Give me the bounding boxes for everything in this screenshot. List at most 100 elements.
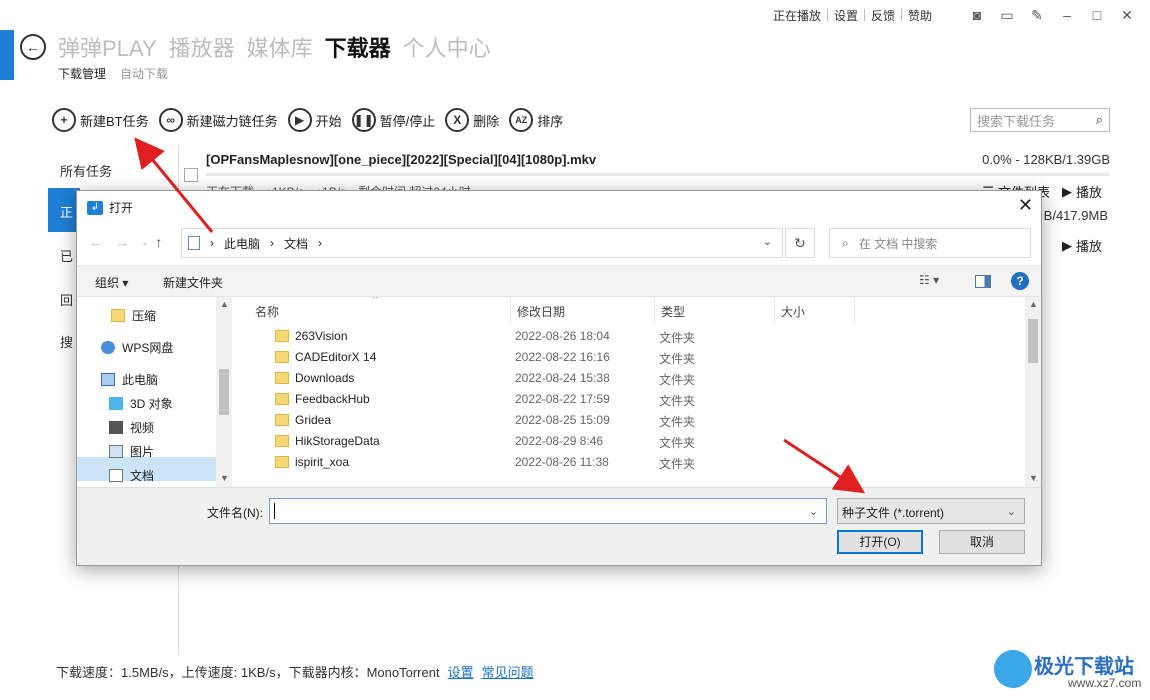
- nav-tab-library[interactable]: 媒体库: [247, 31, 313, 63]
- tree-item-3d-objects[interactable]: 3D 对象: [109, 395, 173, 412]
- dialog-close-icon[interactable]: ✕: [1018, 195, 1033, 216]
- folder-icon: [275, 330, 289, 342]
- path-segment-this-pc[interactable]: 此电脑: [224, 235, 260, 252]
- maximize-icon[interactable]: □: [1082, 7, 1112, 23]
- close-icon[interactable]: ✕: [1112, 7, 1142, 24]
- link-icon: ∞: [158, 108, 183, 132]
- new-bt-task-button[interactable]: + 新建BT任务: [52, 108, 149, 132]
- subnav-download-manager[interactable]: 下载管理: [58, 65, 106, 82]
- minimize-icon[interactable]: –: [1052, 7, 1082, 23]
- path-chevron-icon[interactable]: ›: [318, 236, 322, 250]
- feedback-link[interactable]: 反馈: [865, 7, 901, 24]
- file-row[interactable]: CADEditorX 14 2022-08-22 16:16 文件夹: [235, 346, 1025, 367]
- file-row[interactable]: HikStorageData 2022-08-29 8:46 文件夹: [235, 430, 1025, 451]
- file-name: HikStorageData: [295, 434, 380, 448]
- chevron-down-icon[interactable]: ⌄: [809, 505, 818, 518]
- task-progress-bar: [206, 173, 1110, 176]
- forward-arrow-icon[interactable]: →: [115, 234, 129, 250]
- scroll-thumb[interactable]: [219, 369, 229, 415]
- film-icon: [109, 421, 123, 434]
- tree-item-pictures[interactable]: 图片: [109, 443, 154, 460]
- view-options-icon[interactable]: ☷ ▾: [919, 273, 939, 287]
- pin-icon[interactable]: ✎: [1022, 7, 1052, 24]
- play-button[interactable]: 播放: [1076, 236, 1102, 255]
- help-icon[interactable]: ?: [1011, 272, 1029, 290]
- path-segment-documents[interactable]: 文档: [284, 235, 308, 252]
- tree-item-documents[interactable]: 文档: [109, 467, 154, 484]
- tree-item-videos[interactable]: 视频: [109, 419, 154, 436]
- sort-button[interactable]: AZ 排序: [509, 108, 563, 132]
- tree-scrollbar[interactable]: ▲ ▼: [216, 297, 232, 487]
- file-row[interactable]: Downloads 2022-08-24 15:38 文件夹: [235, 367, 1025, 388]
- cancel-button[interactable]: 取消: [939, 530, 1025, 554]
- file-row[interactable]: 263Vision 2022-08-26 18:04 文件夹: [235, 325, 1025, 346]
- menu-all-tasks[interactable]: 所有任务: [60, 161, 112, 180]
- status-text: 下载速度：1.5MB/s，上传速度: 1KB/s，下载器内核：MonoTorre…: [56, 665, 440, 680]
- nav-tab-home[interactable]: 弹弹PLAY: [58, 31, 157, 63]
- menu-recycle[interactable]: 回: [60, 290, 73, 309]
- folder-search-input[interactable]: ⌕ 在 文档 中搜索: [829, 228, 1031, 258]
- tree-item-wps-cloud[interactable]: WPS网盘: [101, 339, 173, 356]
- tree-item-this-pc[interactable]: 此电脑: [101, 371, 158, 388]
- file-type-select[interactable]: 种子文件 (*.torrent) ⌄: [837, 498, 1025, 524]
- search-icon[interactable]: ⌕: [1096, 112, 1103, 128]
- column-header-size[interactable]: 大小: [775, 297, 855, 323]
- task-checkbox[interactable]: [184, 168, 198, 182]
- scroll-down-icon[interactable]: ▼: [1029, 473, 1038, 483]
- nav-tab-player[interactable]: 播放器: [169, 31, 235, 63]
- organize-menu[interactable]: 组织 ▾: [95, 274, 128, 291]
- nav-tab-profile[interactable]: 个人中心: [403, 31, 491, 63]
- tree-item-compress[interactable]: 压缩: [111, 307, 156, 324]
- menu-completed[interactable]: 已: [60, 246, 73, 265]
- settings-link[interactable]: 设置: [448, 662, 474, 681]
- nav-tab-downloader[interactable]: 下载器: [325, 31, 391, 63]
- now-playing-link[interactable]: 正在播放: [767, 7, 827, 24]
- column-header-type[interactable]: 类型: [655, 297, 775, 323]
- path-chevron-icon[interactable]: ›: [210, 236, 214, 250]
- scroll-up-icon[interactable]: ▲: [1029, 299, 1038, 309]
- subnav-auto-download[interactable]: 自动下载: [120, 65, 168, 82]
- faq-link[interactable]: 常见问题: [482, 662, 534, 681]
- app-icon: ↲: [87, 200, 103, 215]
- new-magnet-task-button[interactable]: ∞ 新建磁力链任务: [158, 108, 278, 132]
- chevron-down-icon[interactable]: ⌄: [763, 235, 772, 248]
- file-date: 2022-08-26 11:38: [515, 455, 609, 469]
- task-search-input[interactable]: 搜索下载任务 ⌕: [970, 108, 1110, 132]
- chevron-down-icon[interactable]: ⌄: [141, 237, 149, 248]
- pause-stop-button[interactable]: ❚❚ 暂停/停止: [351, 108, 435, 132]
- file-row[interactable]: FeedbackHub 2022-08-22 17:59 文件夹: [235, 388, 1025, 409]
- up-arrow-icon[interactable]: ↑: [155, 234, 162, 250]
- address-bar[interactable]: › 此电脑 › 文档 › ⌄: [181, 228, 783, 258]
- file-type-value: 种子文件 (*.torrent): [842, 506, 945, 520]
- search-icon: ⌕: [842, 235, 849, 250]
- back-arrow-icon[interactable]: ←: [89, 234, 103, 250]
- refresh-icon: ↻: [794, 234, 806, 251]
- dialog-title-bar: ↲ 打开: [87, 199, 133, 216]
- sponsor-link[interactable]: 赞助: [902, 7, 938, 24]
- scroll-down-icon[interactable]: ▼: [220, 473, 229, 483]
- scroll-up-icon[interactable]: ▲: [220, 299, 229, 309]
- window-icon[interactable]: ▭: [992, 7, 1022, 24]
- path-chevron-icon[interactable]: ›: [270, 236, 274, 250]
- refresh-button[interactable]: ↻: [785, 228, 815, 258]
- filename-input[interactable]: ⌄: [269, 498, 827, 524]
- file-name: Downloads: [295, 371, 355, 385]
- file-row[interactable]: ispirit_xoa 2022-08-26 11:38 文件夹: [235, 451, 1025, 472]
- play-button[interactable]: 播放: [1076, 182, 1102, 201]
- camera-icon[interactable]: ◙: [962, 7, 992, 23]
- open-button[interactable]: 打开(O): [837, 530, 923, 554]
- file-row[interactable]: Gridea 2022-08-25 15:09 文件夹: [235, 409, 1025, 430]
- folder-icon: [275, 414, 289, 426]
- column-header-date[interactable]: 修改日期: [511, 297, 655, 323]
- delete-button[interactable]: X 删除: [445, 108, 499, 132]
- back-button[interactable]: ←: [20, 34, 46, 60]
- dialog-title: 打开: [109, 201, 134, 215]
- file-list-scrollbar[interactable]: ▲ ▼: [1025, 297, 1041, 487]
- menu-search[interactable]: 搜: [60, 332, 73, 351]
- start-button[interactable]: ▶ 开始: [287, 108, 342, 132]
- scroll-thumb[interactable]: [1028, 319, 1038, 363]
- preview-pane-icon[interactable]: [975, 275, 991, 288]
- settings-link[interactable]: 设置: [828, 7, 864, 24]
- new-folder-button[interactable]: 新建文件夹: [163, 274, 223, 291]
- column-header-name[interactable]: 名称: [249, 297, 511, 323]
